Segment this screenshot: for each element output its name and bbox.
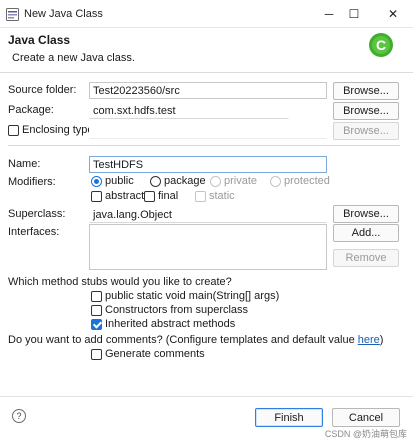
comments-question: Do you want to add comments? (Configure …	[8, 334, 383, 346]
new-class-wizard-icon: C	[369, 33, 393, 57]
final-label: final	[158, 190, 179, 202]
cancel-button[interactable]: Cancel	[332, 408, 400, 427]
close-button[interactable]: ✕	[378, 4, 408, 24]
form-separator	[8, 145, 400, 146]
wizard-title: Java Class	[8, 33, 71, 47]
private-label: private	[224, 175, 258, 187]
superclass-browse-button[interactable]: Browse...	[333, 205, 399, 223]
enclosing-type-checkbox[interactable]	[8, 125, 19, 136]
public-label: public	[105, 175, 134, 187]
comments-question-suffix: )	[379, 334, 384, 346]
enclosing-type-browse-button[interactable]: Browse...	[333, 122, 399, 140]
package-modifier-label: package	[164, 175, 206, 187]
superclass-field[interactable]: java.lang.Object	[89, 206, 327, 223]
generate-comments-checkbox[interactable]	[91, 349, 102, 360]
package-browse-button[interactable]: Browse...	[333, 102, 399, 120]
interfaces-list[interactable]	[89, 224, 327, 270]
interfaces-label: Interfaces:	[8, 226, 60, 238]
generate-comments-label: Generate comments	[105, 348, 205, 360]
abstract-label: abstract	[105, 190, 145, 202]
close-icon: ✕	[387, 7, 399, 21]
protected-label: protected	[284, 175, 330, 187]
help-icon[interactable]: ?	[12, 409, 26, 423]
watermark: CSDN @奶油萌包库	[324, 429, 407, 439]
eclipse-java-icon	[6, 8, 19, 21]
footer-separator	[0, 396, 413, 397]
minimize-icon: ─	[324, 7, 334, 21]
public-radio[interactable]	[91, 176, 102, 187]
final-checkbox[interactable]	[144, 191, 155, 202]
maximize-icon: ☐	[348, 7, 360, 21]
main-method-label: public static void main(String[] args)	[105, 290, 280, 302]
superclass-label: Superclass:	[8, 208, 66, 220]
protected-radio[interactable]	[270, 176, 281, 187]
private-radio[interactable]	[210, 176, 221, 187]
source-folder-field[interactable]: Test20223560/src	[89, 82, 327, 99]
logo-letter: C	[376, 37, 386, 53]
comments-question-text: Do you want to add comments? (Configure …	[8, 334, 358, 346]
package-field[interactable]: com.sxt.hdfs.test	[89, 102, 289, 119]
source-folder-label: Source folder:	[8, 84, 77, 96]
finish-button[interactable]: Finish	[255, 408, 323, 427]
remove-interface-button[interactable]: Remove	[333, 249, 399, 267]
source-folder-browse-button[interactable]: Browse...	[333, 82, 399, 100]
constructors-checkbox[interactable]	[91, 305, 102, 316]
constructors-label: Constructors from superclass	[105, 304, 249, 316]
configure-templates-link[interactable]: here	[358, 334, 380, 346]
inherited-methods-label: Inherited abstract methods	[105, 318, 236, 330]
modifiers-label: Modifiers:	[8, 176, 56, 188]
name-label: Name:	[8, 158, 41, 170]
add-interface-button[interactable]: Add...	[333, 224, 399, 242]
static-checkbox[interactable]	[195, 191, 206, 202]
name-field[interactable]: TestHDFS	[89, 156, 327, 173]
inherited-methods-checkbox[interactable]	[91, 319, 102, 330]
package-label: Package:	[8, 104, 54, 116]
main-method-checkbox[interactable]	[91, 291, 102, 302]
enclosing-type-label: Enclosing type:	[22, 124, 97, 136]
method-stubs-question: Which method stubs would you like to cre…	[8, 276, 232, 288]
static-label: static	[209, 190, 235, 202]
maximize-button[interactable]: ☐	[339, 4, 369, 24]
enclosing-type-field[interactable]	[89, 122, 327, 139]
wizard-description: Create a new Java class.	[12, 52, 135, 64]
package-radio[interactable]	[150, 176, 161, 187]
window-title: New Java Class	[24, 8, 103, 20]
abstract-checkbox[interactable]	[91, 191, 102, 202]
